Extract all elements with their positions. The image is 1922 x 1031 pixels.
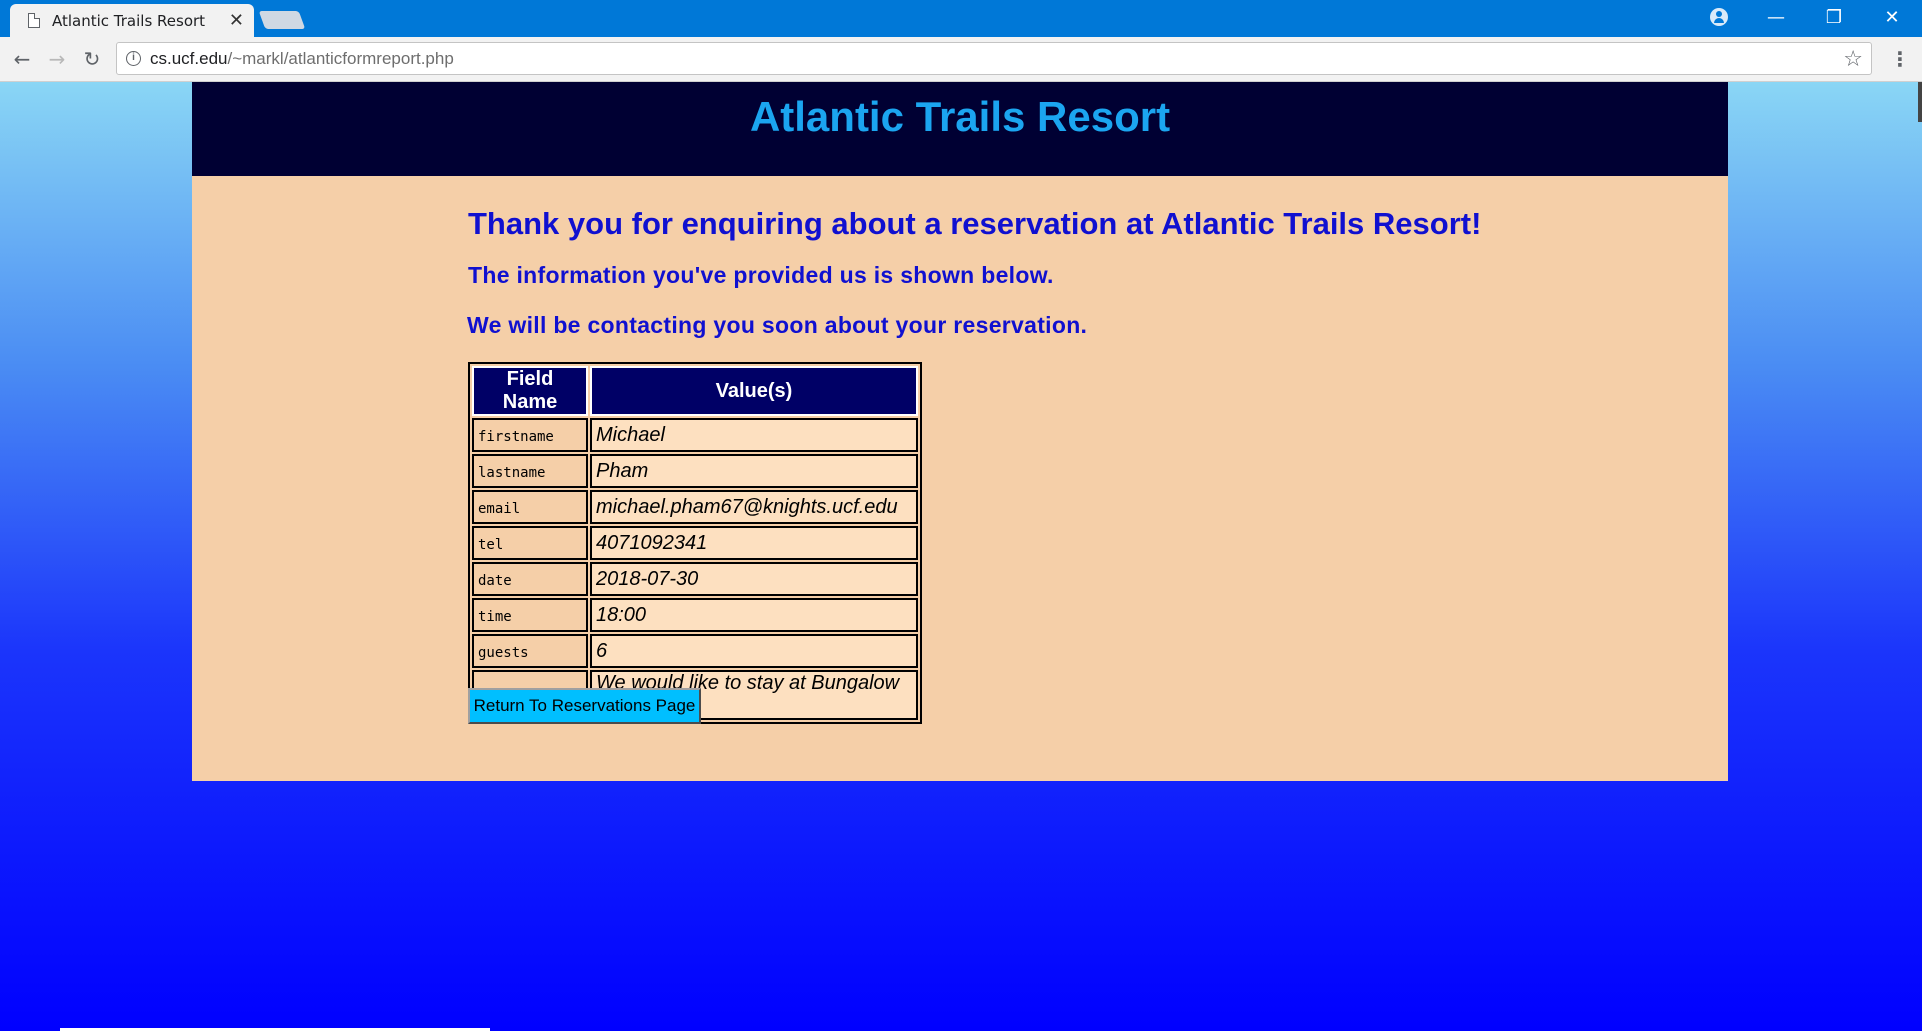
field-cell: firstname bbox=[472, 418, 588, 452]
url-text: cs.ucf.edu/~markl/atlanticformreport.php bbox=[150, 49, 454, 69]
site-title: Atlantic Trails Resort bbox=[749, 93, 1171, 140]
table-row: date 2018-07-30 bbox=[472, 562, 918, 596]
address-bar[interactable]: i cs.ucf.edu/~markl/atlanticformreport.p… bbox=[116, 42, 1872, 75]
header-field-name: Field Name bbox=[472, 366, 588, 416]
value-cell: 2018-07-30 bbox=[590, 562, 918, 596]
close-window-icon[interactable]: ✕ bbox=[1864, 0, 1920, 34]
report-table: Field Name Value(s) firstname Michael la… bbox=[468, 362, 922, 724]
header-values: Value(s) bbox=[590, 366, 918, 416]
vertical-scrollbar[interactable] bbox=[1918, 82, 1922, 122]
field-cell: lastname bbox=[472, 454, 588, 488]
page-container: Atlantic Trails Resort bbox=[192, 82, 1728, 781]
bookmark-star-icon[interactable]: ☆ bbox=[1843, 46, 1863, 72]
heading-contact: We will be contacting you soon about you… bbox=[467, 312, 1088, 338]
new-tab-button[interactable] bbox=[258, 11, 306, 29]
table-row: time 18:00 bbox=[472, 598, 918, 632]
tab-title: Atlantic Trails Resort bbox=[52, 12, 206, 30]
table-row: firstname Michael bbox=[472, 418, 918, 452]
reload-icon[interactable]: ↻ bbox=[78, 45, 106, 73]
value-cell: Michael bbox=[590, 418, 918, 452]
table-row: guests 6 bbox=[472, 634, 918, 668]
browser-tab[interactable]: Atlantic Trails Resort ✕ bbox=[10, 4, 254, 37]
browser-menu-icon[interactable]: ⋮ bbox=[1890, 47, 1910, 72]
tab-close-icon[interactable]: ✕ bbox=[229, 10, 244, 30]
value-cell: 4071092341 bbox=[590, 526, 918, 560]
return-to-reservations-button[interactable]: Return To Reservations Page bbox=[468, 688, 701, 724]
value-cell: michael.pham67@knights.ucf.edu bbox=[590, 490, 918, 524]
value-cell: 6 bbox=[590, 634, 918, 668]
restore-icon[interactable]: ❐ bbox=[1806, 0, 1862, 34]
info-icon[interactable]: i bbox=[126, 51, 141, 66]
minimize-icon[interactable]: — bbox=[1748, 0, 1804, 34]
browser-titlebar: Atlantic Trails Resort ✕ — ❐ ✕ bbox=[0, 0, 1922, 37]
table-header-row: Field Name Value(s) bbox=[472, 366, 918, 416]
back-arrow-icon[interactable]: ← bbox=[8, 45, 36, 73]
page-viewport: Atlantic Trails Resort Thank you for enq… bbox=[0, 82, 1922, 1031]
heading-info: The information you've provided us is sh… bbox=[468, 262, 1054, 288]
field-cell: email bbox=[472, 490, 588, 524]
forward-arrow-icon[interactable]: → bbox=[43, 45, 71, 73]
value-cell: 18:00 bbox=[590, 598, 918, 632]
table-row: lastname Pham bbox=[472, 454, 918, 488]
field-cell: time bbox=[472, 598, 588, 632]
heading-thanks: Thank you for enquiring about a reservat… bbox=[468, 206, 1482, 241]
value-cell: Pham bbox=[590, 454, 918, 488]
site-header: Atlantic Trails Resort bbox=[192, 82, 1728, 176]
document-icon bbox=[28, 13, 40, 28]
browser-toolbar: ← → ↻ i cs.ucf.edu/~markl/atlanticformre… bbox=[0, 37, 1922, 82]
table-row: tel 4071092341 bbox=[472, 526, 918, 560]
field-cell: guests bbox=[472, 634, 588, 668]
url-host: cs.ucf.edu bbox=[150, 49, 228, 68]
field-cell: tel bbox=[472, 526, 588, 560]
profile-icon[interactable] bbox=[1710, 8, 1728, 26]
table-row: email michael.pham67@knights.ucf.edu bbox=[472, 490, 918, 524]
url-path: /~markl/atlanticformreport.php bbox=[227, 49, 454, 68]
field-cell: date bbox=[472, 562, 588, 596]
